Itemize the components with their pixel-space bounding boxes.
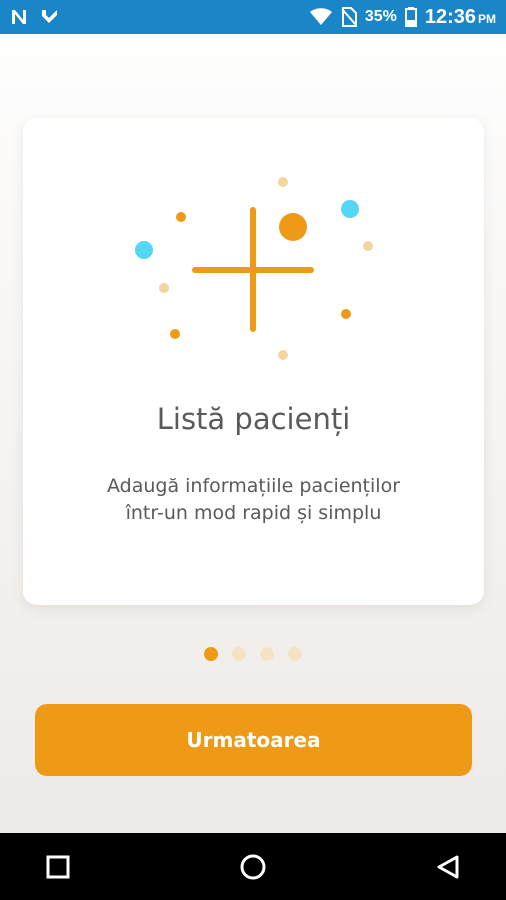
home-circle-icon[interactable] bbox=[233, 847, 273, 887]
battery-icon bbox=[404, 7, 417, 27]
clock-time: 12:36 bbox=[424, 5, 476, 28]
battery-percent: 35% bbox=[364, 8, 397, 25]
back-triangle-icon[interactable] bbox=[428, 847, 468, 887]
onboarding-card: Listă pacienți Adaugă informațiile pacie… bbox=[23, 118, 484, 605]
page-dot bbox=[232, 647, 246, 661]
navigation-bar bbox=[0, 833, 506, 900]
plus-icon bbox=[135, 177, 373, 360]
wifi-icon bbox=[309, 8, 333, 26]
status-bar: 35% 12:36 PM bbox=[0, 0, 506, 34]
page-dot-active bbox=[204, 647, 218, 661]
notification-n-icon bbox=[10, 8, 28, 26]
page-dot bbox=[260, 647, 274, 661]
clock-ampm: PM bbox=[478, 11, 496, 26]
page-indicator bbox=[0, 647, 506, 661]
card-description: Adaugă informațiile pacienților într-un … bbox=[106, 475, 401, 524]
next-button[interactable]: Urmatoarea bbox=[35, 704, 472, 776]
page-dot bbox=[288, 647, 302, 661]
card-title: Listă pacienți bbox=[156, 402, 351, 436]
notification-check-icon bbox=[40, 8, 60, 26]
no-sim-icon bbox=[341, 7, 357, 27]
clock: 12:36 PM bbox=[425, 6, 496, 29]
recents-square-icon[interactable] bbox=[38, 847, 78, 887]
